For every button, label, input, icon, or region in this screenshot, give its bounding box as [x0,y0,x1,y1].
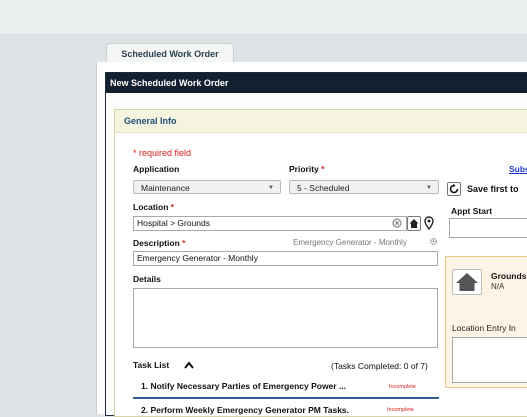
task-status-badge: Incomplete [387,407,414,413]
tab-scheduled-work-order[interactable]: Scheduled Work Order [106,43,234,64]
task-list-label: Task List [133,360,170,370]
new-scheduled-work-order-dialog: New Scheduled Work Order General Info * … [105,72,527,417]
task-status-badge: Incomplete [389,384,416,390]
general-info-section: General Info * required field Applicatio… [114,109,527,417]
top-band [0,0,527,34]
priority-label: Priority * [289,164,325,174]
chevron-down-icon: ▼ [426,185,432,191]
save-first-button[interactable]: Save first to [447,180,527,198]
tasks-completed-count: (Tasks Completed: 0 of 7) [331,361,428,371]
gear-icon[interactable] [429,237,438,246]
application-value: Maintenance [141,183,190,193]
location-entry-textarea[interactable] [452,337,527,383]
clear-circle-icon[interactable] [392,218,402,228]
application-label: Application [133,164,180,174]
subscribe-link[interactable]: Subsc [509,164,527,174]
location-card: Grounds N/A Location Entry In [445,256,527,388]
refresh-icon [447,182,461,196]
chevron-down-icon: ▼ [268,185,274,191]
dialog-title: New Scheduled Work Order [106,73,527,93]
description-label: Description * [133,238,186,248]
location-label: Location * [133,202,175,212]
required-note: * required field [133,148,192,158]
application-select[interactable]: Maintenance ▼ [133,180,281,194]
location-input[interactable]: Hospital > Grounds [133,216,407,231]
description-template-hint: Emergency Generator - Monthly [293,238,407,247]
priority-select[interactable]: 5 - Scheduled ▼ [289,180,439,194]
priority-value: 5 - Scheduled [297,183,350,193]
map-pin-icon[interactable] [424,216,434,231]
task-list-item[interactable]: 1. Notify Necessary Parties of Emergency… [133,377,439,399]
description-input[interactable]: Emergency Generator - Monthly [133,251,438,266]
chevron-up-icon[interactable] [183,360,195,370]
location-entry-label: Location Entry In [452,323,516,333]
home-icon[interactable] [407,216,421,231]
appt-start-input[interactable] [449,218,527,238]
location-card-name: Grounds [491,271,527,281]
details-textarea[interactable] [133,288,438,348]
section-title: General Info [115,110,527,133]
details-label: Details [133,274,161,284]
appt-start-label: Appt Start [451,206,493,216]
home-icon [452,269,482,295]
location-card-sub: N/A [491,282,505,291]
